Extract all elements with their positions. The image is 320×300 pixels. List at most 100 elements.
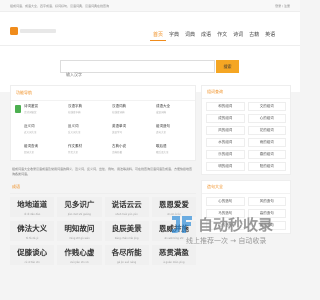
nav-item-essays[interactable]: 作文: [214, 29, 230, 41]
idiom-pinyin: jiàn duō shí guǎng: [67, 213, 91, 216]
tool-name: 汉语词典: [112, 104, 126, 108]
tools-panel-title: 功能导航: [11, 86, 195, 101]
idiom-pinyin: cù xī tán xīn: [24, 261, 40, 264]
side-link[interactable]: 心的组词: [247, 114, 286, 123]
nav-item-idioms[interactable]: 成语: [198, 29, 214, 41]
idiom-name: 佛法大义: [17, 224, 48, 233]
english-icon: [103, 125, 109, 133]
idiom-pinyin: liáng chén měi jǐng: [114, 237, 139, 240]
tool-name: 诗词鉴赏: [24, 104, 38, 108]
idiom-name: 作贱心虚: [64, 248, 95, 257]
side-panel-title: 造句大全: [202, 181, 290, 194]
side-link[interactable]: 风的组词: [206, 126, 245, 135]
novel-icon: [103, 145, 109, 153]
dictionary-icon: [103, 105, 109, 113]
tool-item[interactable]: 反义词 反义词大全: [59, 124, 103, 138]
idiom-card[interactable]: 见多识广 jiàn duō shí guǎng: [57, 197, 102, 217]
main-nav: 首页 字典 词典 成语 作文 诗词 古籍 英语: [150, 29, 278, 41]
idiom-card[interactable]: 作贱心虚 zuò jiàn xīn xū: [57, 245, 102, 265]
side-link[interactable]: 风的造句: [247, 197, 286, 206]
top-bar-left-text: 组成词语、成语大全、四字成语、好词好句、汉语词典、汉语词典在线查询: [10, 3, 110, 8]
nav-item-poems[interactable]: 诗词: [230, 29, 246, 41]
idiom-card[interactable]: 地地道道 dì dì dào dào: [10, 197, 55, 217]
side-link[interactable]: 和的组词: [206, 102, 245, 111]
search-input[interactable]: [61, 69, 214, 80]
nav-item-classics[interactable]: 古籍: [246, 29, 262, 41]
side-link[interactable]: 水的组词: [206, 138, 245, 147]
tool-desc: 在线查字典: [68, 111, 81, 114]
nav-item-words[interactable]: 词典: [182, 29, 198, 41]
tools-grid: 诗词鉴赏古诗词鉴赏 汉语字典在线查字典 汉语词典 在线查词典 成语大全 成语词典 近…: [11, 101, 195, 160]
idiom-name: 地地道道: [17, 200, 48, 209]
top-bar: 组成词语、成语大全、四字成语、好词好句、汉语词典、汉语词典在线查询 登录 / 注…: [0, 0, 300, 12]
login-link[interactable]: 登录 / 注册: [275, 4, 290, 8]
tool-name: 汉语字典: [68, 104, 82, 108]
essay-icon: [59, 145, 65, 153]
idiom-name: 良辰美景: [111, 224, 142, 233]
side-link[interactable]: 文的组词: [247, 102, 286, 111]
idiom-name: 促膝谈心: [17, 248, 48, 257]
idiom-card[interactable]: 佛法大义 fó fǎ dà yì: [10, 221, 55, 241]
tool-item[interactable]: 组词造句 造句大全: [147, 124, 191, 138]
search-button[interactable]: 搜索: [216, 60, 239, 73]
tool-item[interactable]: 古典小说 古典名著: [103, 144, 147, 158]
tool-desc: 古诗词鉴赏: [24, 111, 37, 114]
tool-desc: 英语学习: [112, 131, 123, 134]
tool-name: 组词查询: [24, 144, 38, 148]
side-link[interactable]: 明的组词: [206, 162, 245, 171]
tool-desc: 造句大全: [156, 131, 167, 134]
idiom-pinyin: zuò jiàn xīn xū: [70, 261, 89, 264]
nav-item-home[interactable]: 首页: [150, 29, 167, 41]
tool-item[interactable]: 汉语词典 在线查词典: [103, 104, 147, 118]
tool-name: 英语单词: [112, 124, 126, 128]
idiom-card[interactable]: 促膝谈心 cù xī tán xīn: [10, 245, 55, 265]
proverb-icon: [147, 145, 153, 153]
nav-item-dictionary[interactable]: 字典: [166, 29, 182, 41]
tool-name: 作文素材: [68, 144, 82, 148]
idioms-title: 成语: [10, 183, 196, 194]
side-panel-word-groups: 组词查询 和的组词 文的组词 成的组词 心的组词 风的组词 花的组词 水的组词 …: [201, 85, 291, 175]
watermark: 自动秒收录 线上推荐一次 → 自动收录: [168, 212, 298, 262]
tool-item[interactable]: 歇后语 歇后语大全: [147, 144, 191, 158]
idiom-card[interactable]: 说话云云 shuō huà yún yún: [104, 197, 149, 217]
idiom-card[interactable]: 明知故问 míng zhī gù wèn: [57, 221, 102, 241]
side-link[interactable]: 成的组词: [206, 114, 245, 123]
book-icon: [15, 105, 21, 113]
idiom-pinyin: dì dì dào dào: [24, 213, 41, 216]
tool-item[interactable]: 成语大全 成语词典: [147, 104, 191, 118]
tool-desc: 作文大全: [68, 151, 79, 154]
idiom-icon: [147, 105, 153, 113]
tool-desc: 近义词大全: [24, 131, 37, 134]
idiom-card[interactable]: 良辰美景 liáng chén měi jǐng: [104, 221, 149, 241]
tool-item[interactable]: 近义词 近义词大全: [15, 124, 59, 138]
idiom-name: 恩恩爱爱: [158, 200, 189, 209]
idiom-name: 明知故问: [64, 224, 95, 233]
idiom-pinyin: fó fǎ dà yì: [25, 237, 39, 240]
tool-name: 古典小说: [112, 144, 126, 148]
nav-item-english[interactable]: 英语: [262, 29, 278, 41]
dictionary-icon: [59, 105, 65, 113]
tool-desc: 组词大全: [24, 151, 35, 154]
idiom-card[interactable]: 各尽所能 gè jìn suǒ néng: [104, 245, 149, 265]
header: 首页 字典 词典 成语 作文 诗词 古籍 英语: [0, 12, 300, 46]
tool-name: 组词造句: [156, 124, 170, 128]
tool-item[interactable]: 英语单词 英语学习: [103, 124, 147, 138]
idiom-pinyin: míng zhī gù wèn: [69, 237, 90, 240]
side-panel-title: 组词查询: [202, 86, 290, 99]
tool-desc: 反义词大全: [68, 131, 81, 134]
side-link[interactable]: 心的造句: [206, 197, 245, 206]
side-link[interactable]: 阳的组词: [247, 162, 286, 171]
site-logo[interactable]: [10, 26, 60, 36]
side-link[interactable]: 乐的组词: [206, 150, 245, 159]
side-link[interactable]: 花的组词: [247, 126, 286, 135]
side-link[interactable]: 春的组词: [247, 150, 286, 159]
tool-item[interactable]: 作文素材 作文大全: [59, 144, 103, 158]
tool-item[interactable]: 组词查询 组词大全: [15, 144, 59, 158]
idiom-name: 见多识广: [64, 200, 95, 209]
tool-item[interactable]: 汉语字典 在线查字典: [59, 104, 103, 118]
watermark-subtext: 线上推荐一次 → 自动收录: [186, 237, 267, 245]
idiom-name: 各尽所能: [111, 248, 142, 257]
side-link[interactable]: 雨的组词: [247, 138, 286, 147]
idiom-pinyin: shuō huà yún yún: [115, 213, 138, 216]
tool-item[interactable]: 诗词鉴赏 古诗词鉴赏: [15, 104, 59, 118]
